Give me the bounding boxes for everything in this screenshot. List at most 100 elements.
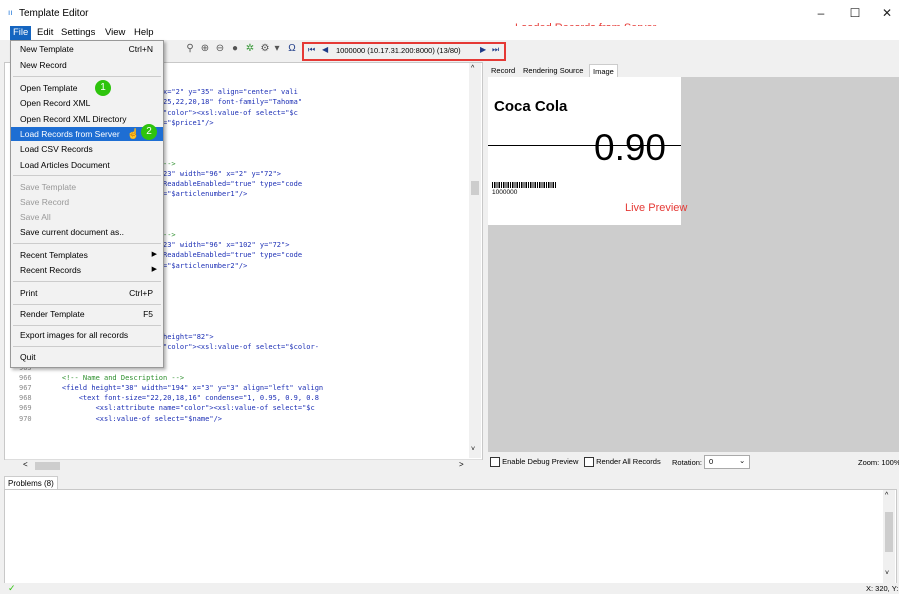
scroll-thumb[interactable] — [885, 512, 893, 552]
binoculars-icon[interactable]: ⚲ — [184, 43, 196, 55]
debug-preview-option[interactable]: Enable Debug Preview — [490, 457, 579, 468]
editor-vertical-scrollbar[interactable]: ^ ˅ — [469, 63, 481, 458]
menu-item-load-articles-document[interactable]: Load Articles Document — [11, 158, 163, 172]
record-icon[interactable]: ● — [229, 43, 241, 55]
status-bar: ✓ X: 320, Y: — [0, 583, 899, 594]
maximize-button[interactable]: ☐ — [840, 3, 870, 23]
prev-record-button[interactable]: ◀ — [322, 45, 328, 54]
last-record-button[interactable]: ⏭ — [492, 45, 499, 55]
scroll-right-icon[interactable]: > — [459, 460, 464, 469]
close-button[interactable]: ✕ — [872, 3, 899, 23]
gear-icon[interactable]: ⚙ — [259, 43, 271, 55]
menu-item-quit[interactable]: Quit — [11, 350, 163, 364]
menu-item-open-template[interactable]: Open Template — [11, 81, 163, 95]
rotation-label: Rotation: — [672, 458, 703, 467]
menu-settings[interactable]: Settings — [58, 26, 98, 40]
tab-image[interactable]: Image — [589, 64, 618, 78]
menu-item-recent-templates[interactable]: Recent Templates ▶ — [11, 248, 163, 262]
tab-rendering-source[interactable]: Rendering Source — [520, 64, 586, 77]
line-number: 966 — [19, 373, 32, 382]
menu-item-open-record-xml[interactable]: Open Record XML — [11, 96, 163, 110]
tab-record[interactable]: Record — [488, 64, 518, 77]
scroll-thumb[interactable] — [471, 181, 479, 195]
divider — [13, 346, 161, 347]
next-record-button[interactable]: ▶ — [480, 45, 486, 54]
scroll-down-icon[interactable]: ˅ — [471, 446, 475, 453]
gear-green-icon[interactable]: ✲ — [244, 43, 256, 55]
menu-item-label: Render Template — [20, 309, 85, 319]
menu-item-save-record[interactable]: Save Record — [11, 195, 163, 209]
scroll-up-icon[interactable]: ^ — [885, 492, 888, 499]
menu-item-recent-records[interactable]: Recent Records ▶ — [11, 263, 163, 277]
code-line[interactable]: 969 <xsl:attribute name="color"><xsl:val… — [5, 403, 315, 413]
menu-item-new-template[interactable]: New Template Ctrl+N — [11, 42, 163, 56]
menu-item-load-csv-records[interactable]: Load CSV Records — [11, 142, 163, 156]
menu-item-save-template[interactable]: Save Template — [11, 180, 163, 194]
live-preview-annotation: Live Preview — [625, 202, 688, 214]
scroll-thumb[interactable] — [35, 462, 60, 470]
chevron-down-icon: ⌄ — [739, 456, 746, 465]
code-line[interactable]: 967 <field height="38" width="194" x="3"… — [5, 383, 323, 393]
menu-file[interactable]: File — [10, 26, 32, 40]
scroll-up-icon[interactable]: ^ — [471, 65, 474, 72]
divider — [13, 76, 161, 77]
rotation-select[interactable]: 0 ⌄ — [704, 455, 750, 469]
scroll-left-icon[interactable]: < — [23, 460, 28, 469]
debug-preview-checkbox[interactable] — [490, 457, 500, 468]
menu-item-save-current-document-as[interactable]: Save current document as.. — [11, 225, 163, 239]
menu-item-export-images[interactable]: Export images for all records — [11, 328, 163, 342]
render-all-label: Render All Records — [596, 457, 661, 466]
menu-item-label: Load Records from Server — [20, 129, 120, 139]
record-position: 1000000 (10.17.31.200:8000) (13/80) — [336, 46, 461, 55]
line-number: 968 — [19, 394, 32, 403]
code-line[interactable]: 966 <!-- Name and Description --> — [5, 373, 184, 383]
code-line[interactable]: 970 <xsl:value-of select="$name"/> — [5, 414, 222, 424]
divider — [13, 304, 161, 305]
editor-horizontal-scrollbar[interactable]: < > — [5, 459, 482, 472]
file-menu: New Template Ctrl+N New Record Open Templ… — [10, 40, 164, 368]
menu-item-open-record-xml-directory[interactable]: Open Record XML Directory — [11, 112, 163, 126]
divider — [13, 175, 161, 176]
line-number: 970 — [19, 414, 32, 423]
problems-scrollbar[interactable]: ^ ˅ — [883, 490, 895, 583]
menu-item-render-template[interactable]: Render Template F5 — [11, 307, 163, 321]
menu-item-label: Open Record XML — [20, 98, 91, 108]
code-text: <!-- Name and Description --> — [45, 373, 185, 382]
menu-item-load-records-from-server[interactable]: Load Records from Server ☝ — [11, 127, 163, 141]
zoom-out-icon[interactable]: ⊖ — [214, 43, 226, 55]
menu-item-label: Save All — [20, 212, 51, 222]
menu-item-label: New Template — [20, 44, 74, 54]
menu-help[interactable]: Help — [131, 26, 157, 40]
menu-item-label: Save Record — [20, 197, 70, 207]
barcode — [492, 182, 557, 188]
menu-item-save-all[interactable]: Save All — [11, 210, 163, 224]
menu-item-label: Save current document as.. — [20, 227, 124, 237]
menu-view[interactable]: View — [102, 26, 128, 40]
divider — [13, 325, 161, 326]
menu-item-label: New Record — [20, 60, 67, 70]
menu-item-new-record[interactable]: New Record — [11, 58, 163, 72]
submenu-arrow-icon: ▶ — [151, 251, 157, 258]
minimize-button[interactable]: – — [806, 3, 836, 23]
line-number: 969 — [19, 404, 32, 413]
menu-edit[interactable]: Edit — [34, 26, 56, 40]
menu-item-print[interactable]: Print Ctrl+P — [11, 286, 163, 300]
scroll-down-icon[interactable]: ˅ — [885, 570, 889, 577]
debug-preview-label: Enable Debug Preview — [502, 457, 579, 466]
menu-item-label: Export images for all records — [20, 330, 129, 340]
preview-panel: Record Rendering Source Image Coca Cola … — [486, 62, 899, 470]
code-text: <field height="38" width="194" x="3" y="… — [45, 384, 324, 392]
zoom-in-icon[interactable]: ⊕ — [199, 43, 211, 55]
render-all-option[interactable]: Render All Records — [584, 457, 661, 468]
menu-item-label: Save Template — [20, 182, 77, 192]
zoom-level: Zoom: 100% — [858, 458, 899, 467]
omega-icon[interactable]: Ω — [286, 43, 298, 55]
render-all-checkbox[interactable] — [584, 457, 594, 468]
tab-problems[interactable]: Problems (8) — [4, 476, 58, 490]
product-name: Coca Cola — [494, 98, 568, 115]
status-ok-icon: ✓ — [8, 583, 16, 593]
code-line[interactable]: 968 <text font-size="22,20,18,16" conden… — [5, 393, 319, 403]
cursor-icon: ☝ — [127, 129, 140, 140]
dropdown-arrow-icon[interactable]: ▾ — [271, 43, 283, 55]
first-record-button[interactable]: ⏮ — [308, 45, 315, 55]
